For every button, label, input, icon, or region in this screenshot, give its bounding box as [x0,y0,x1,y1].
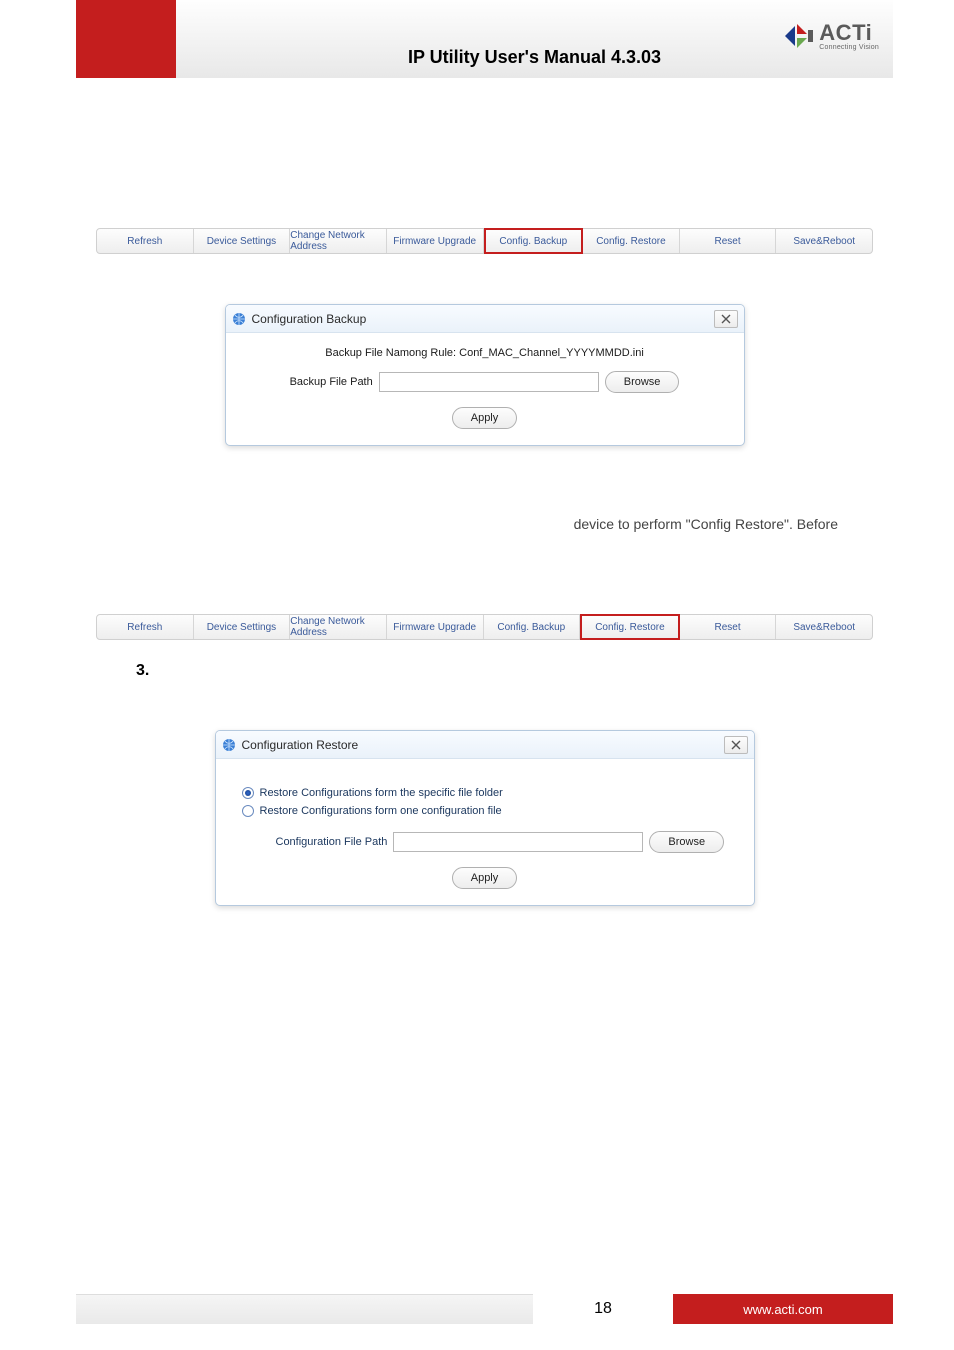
change-network-button[interactable]: Change Network Address [290,229,387,253]
radio-1-label: Restore Configurations form the specific… [260,787,503,799]
change-network-button-2[interactable]: Change Network Address [290,615,387,639]
radio-one-file[interactable]: Restore Configurations form one configur… [242,805,728,817]
browse-button[interactable]: Browse [605,371,680,393]
close-button-2[interactable] [724,736,748,754]
radio-selected-icon [242,787,254,799]
page-title: IP Utility User's Manual 4.3.03 [408,47,661,68]
hidden-quote-2: “ ” ” [76,584,893,596]
config-restore-button[interactable]: Config. Restore [583,229,680,253]
close-icon [721,314,731,324]
device-settings-button-2[interactable]: Device Settings [194,615,291,639]
logo-tagline: Connecting Vision [819,44,879,51]
content-area: “ ” Refresh Device Settings Change Netwo… [76,78,893,1350]
reset-button-2[interactable]: Reset [680,615,777,639]
config-backup-button[interactable]: Config. Backup [484,228,584,254]
config-path-input[interactable] [393,832,643,852]
radio-2-label: Restore Configurations form one configur… [260,805,502,817]
footer-left [76,1294,533,1324]
toolbar-1: Refresh Device Settings Change Network A… [96,228,873,254]
apply-button-2[interactable]: Apply [452,867,518,889]
config-path-label: Configuration File Path [276,836,388,848]
q2-mid: ” [473,584,477,596]
device-settings-button[interactable]: Device Settings [194,229,291,253]
step-number: 3. [136,662,149,680]
quote-open: “ [433,198,437,210]
logo: ACTi Connecting Vision [783,20,879,52]
toolbar-2: Refresh Device Settings Change Network A… [96,614,873,640]
logo-icon [783,20,815,52]
reset-button[interactable]: Reset [680,229,777,253]
close-icon [731,740,741,750]
apply-button[interactable]: Apply [452,407,518,429]
naming-rule-text: Backup File Namong Rule: Conf_MAC_Channe… [244,347,726,359]
backup-path-label: Backup File Path [290,376,373,388]
hidden-quote-1: “ ” [76,198,893,210]
backup-path-input[interactable] [379,372,599,392]
globe-icon-2 [222,738,236,752]
left-red-bar [76,0,176,78]
restore-desc-line: device to perform "Config Restore". Befo… [76,516,893,534]
close-button[interactable] [714,310,738,328]
radio-specific-folder[interactable]: Restore Configurations form the specific… [242,787,728,799]
step-3-row: 3. ’ [136,662,893,680]
dialog-title: Configuration Backup [252,312,367,326]
logo-text: ACTi [819,22,879,44]
config-restore-dialog: Configuration Restore Restore Configurat… [215,730,755,906]
step-apostrophe: ’ [770,662,773,678]
refresh-button[interactable]: Refresh [97,229,194,253]
radio-unselected-icon [242,805,254,817]
globe-icon [232,312,246,326]
q2-close: ” [532,584,536,596]
config-backup-dialog: Configuration Backup Backup File Namong … [225,304,745,446]
q2-open: “ [433,584,437,596]
footer: 18 www.acti.com [76,1294,893,1324]
save-reboot-button[interactable]: Save&Reboot [776,229,872,253]
dialog-title-2: Configuration Restore [242,738,359,752]
save-reboot-button-2[interactable]: Save&Reboot [776,615,872,639]
refresh-button-2[interactable]: Refresh [97,615,194,639]
browse-button-2[interactable]: Browse [649,831,724,853]
firmware-upgrade-button[interactable]: Firmware Upgrade [387,229,484,253]
firmware-upgrade-button-2[interactable]: Firmware Upgrade [387,615,484,639]
footer-url[interactable]: www.acti.com [673,1294,893,1324]
config-backup-button-2[interactable]: Config. Backup [484,615,581,639]
config-restore-button-2[interactable]: Config. Restore [580,614,680,640]
page-number: 18 [533,1294,673,1324]
restore-desc-text: device to perform "Config Restore". Befo… [574,516,838,532]
dialog-titlebar: Configuration Backup [226,305,744,333]
quote-close: ” [533,198,537,210]
dialog-titlebar-2: Configuration Restore [216,731,754,759]
